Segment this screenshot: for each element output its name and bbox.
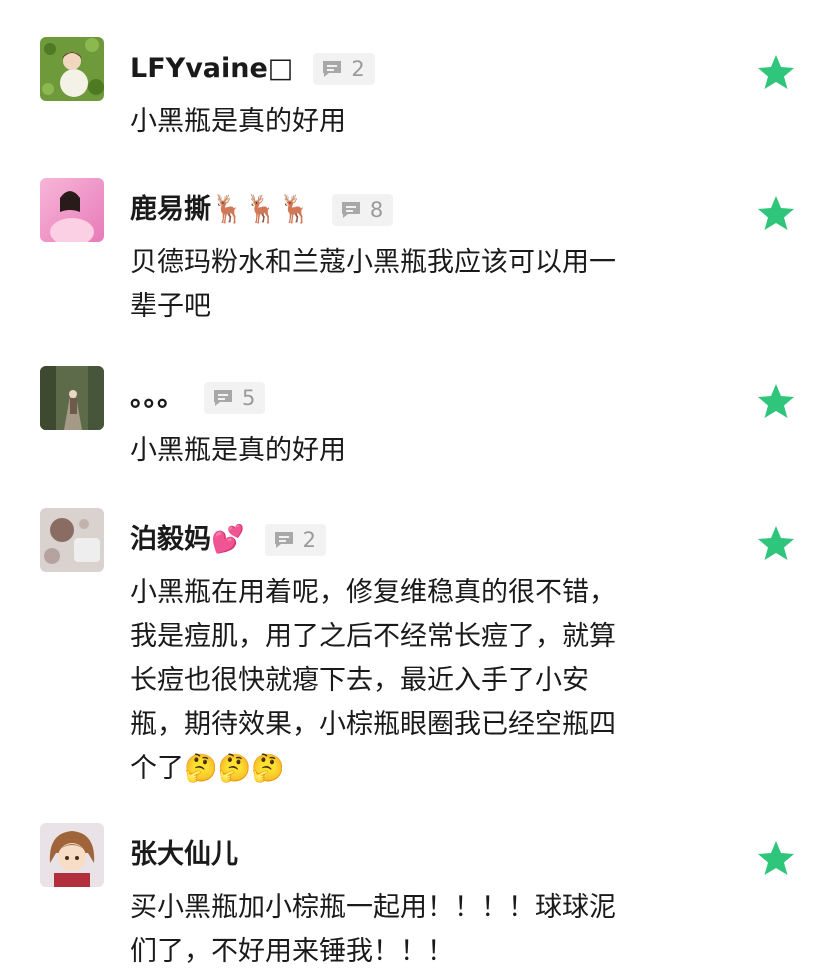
comment-header: 鹿易撕🦌🦌🦌 8 — [130, 190, 394, 230]
comment-line: 瓶，期待效果，小棕瓶眼圈我已经空瓶四 — [130, 709, 616, 740]
comment-line: 小黑瓶在用着呢，修复维稳真的很不错， — [130, 577, 616, 608]
favorite-button[interactable] — [756, 193, 796, 233]
comment-text: 小黑瓶是真的好用 — [130, 100, 730, 144]
comment-line: 我是痘肌，用了之后不经常长痘了，就算 — [130, 621, 616, 652]
reply-count-badge[interactable]: 8 — [331, 194, 394, 226]
star-icon — [758, 384, 794, 418]
avatar[interactable] — [40, 366, 104, 430]
avatar[interactable] — [40, 508, 104, 572]
comment-line: 个了🤔🤔🤔 — [130, 753, 285, 784]
username[interactable]: 张大仙儿 — [130, 835, 238, 875]
comment-text: 小黑瓶在用着呢，修复维稳真的很不错， 我是痘肌，用了之后不经常长痘了，就算 长痘… — [130, 571, 730, 791]
star-icon — [758, 55, 794, 89]
comment-text: 贝德玛粉水和兰蔻小黑瓶我应该可以用一 辈子吧 — [130, 241, 730, 329]
comment-header: 张大仙儿 — [130, 835, 238, 875]
comment-line: 长痘也很快就瘪下去，最近入手了小安 — [130, 665, 589, 696]
reply-count: 2 — [302, 528, 316, 552]
favorite-button[interactable] — [756, 381, 796, 421]
comment-bubble-icon — [214, 390, 232, 406]
comment-header: 泊毅妈💕 2 — [130, 520, 326, 560]
comment-bubble-icon — [323, 61, 342, 77]
comment-line: 贝德玛粉水和兰蔻小黑瓶我应该可以用一 — [130, 247, 616, 278]
username[interactable]: 。。。 — [130, 378, 184, 418]
comment-line: 们了，不好用来锤我！！！ — [130, 936, 454, 967]
username[interactable]: 泊毅妈💕 — [130, 520, 245, 560]
avatar[interactable] — [40, 823, 104, 887]
reply-count-badge[interactable]: 5 — [204, 382, 266, 414]
favorite-button[interactable] — [756, 523, 796, 563]
reply-count: 8 — [369, 198, 384, 222]
avatar[interactable] — [40, 37, 104, 101]
comment-line: 辈子吧 — [130, 291, 211, 322]
comment-text: 买小黑瓶加小棕瓶一起用！！！！球球泥 们了，不好用来锤我！！！ — [130, 886, 730, 974]
comment-header: 。。。 5 — [130, 378, 266, 418]
favorite-button[interactable] — [756, 838, 796, 878]
comment-text: 小黑瓶是真的好用 — [130, 429, 730, 473]
comment-bubble-icon — [341, 202, 360, 218]
reply-count-badge[interactable]: 2 — [264, 524, 326, 556]
username[interactable]: LFYvaine□ — [130, 49, 293, 89]
comment-bubble-icon — [274, 532, 293, 548]
reply-count: 2 — [351, 57, 365, 81]
comment-line: 买小黑瓶加小棕瓶一起用！！！！球球泥 — [130, 892, 616, 923]
star-icon — [758, 196, 794, 230]
comment-line: 小黑瓶是真的好用 — [130, 106, 346, 137]
comment-header: LFYvaine□ 2 — [130, 49, 375, 89]
reply-count: 5 — [242, 386, 256, 410]
star-icon — [758, 841, 794, 875]
comment-line: 小黑瓶是真的好用 — [130, 435, 346, 466]
username[interactable]: 鹿易撕🦌🦌🦌 — [130, 190, 312, 230]
reply-count-badge[interactable]: 2 — [313, 53, 375, 85]
favorite-button[interactable] — [756, 52, 796, 92]
star-icon — [758, 526, 794, 560]
avatar[interactable] — [40, 178, 104, 242]
